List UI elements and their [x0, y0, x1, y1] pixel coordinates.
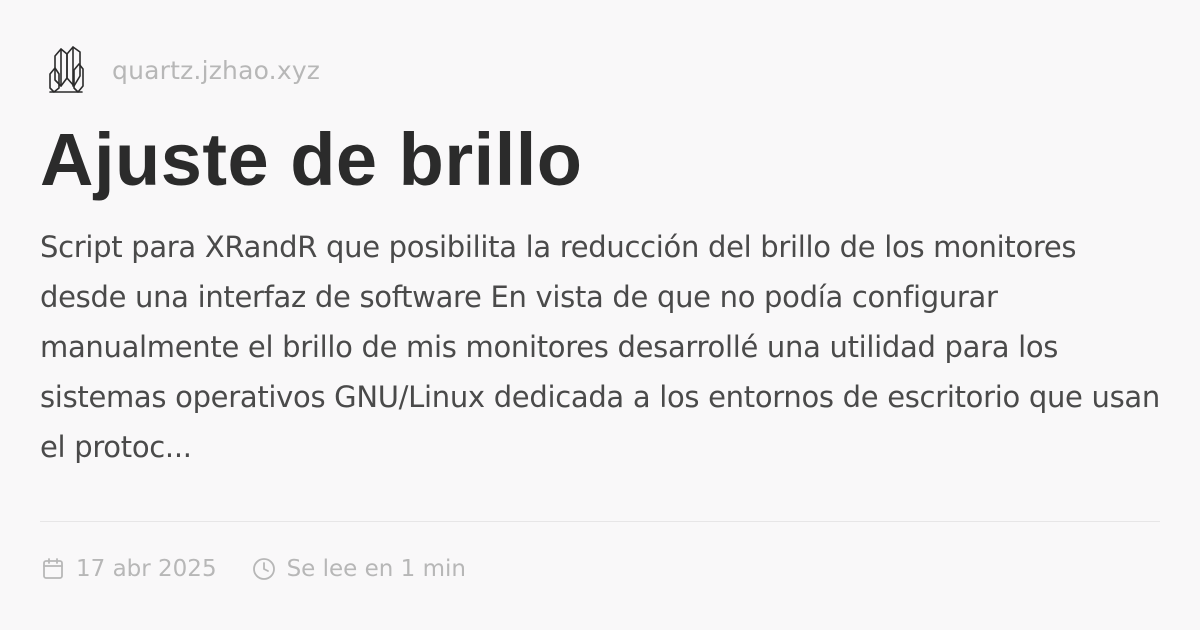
- page-description: Script para XRandR que posibilita la red…: [40, 230, 1160, 464]
- quartz-crystal-icon: [46, 44, 86, 96]
- publish-date: 17 abr 2025: [76, 556, 217, 582]
- date-meta: 17 abr 2025: [40, 556, 217, 582]
- site-name[interactable]: quartz.jzhao.xyz: [112, 56, 320, 85]
- clock-icon: [251, 556, 277, 582]
- reading-time-meta: Se lee en 1 min: [251, 556, 466, 582]
- calendar-icon: [40, 556, 66, 582]
- page-meta: 17 abr 2025 Se lee en 1 min: [40, 556, 466, 582]
- page-title: Ajuste de brillo: [40, 118, 583, 201]
- site-header: quartz.jzhao.xyz: [46, 40, 1160, 100]
- reading-time: Se lee en 1 min: [286, 556, 466, 582]
- social-card: quartz.jzhao.xyz Ajuste de brillo Script…: [0, 0, 1200, 630]
- divider: [40, 521, 1160, 522]
